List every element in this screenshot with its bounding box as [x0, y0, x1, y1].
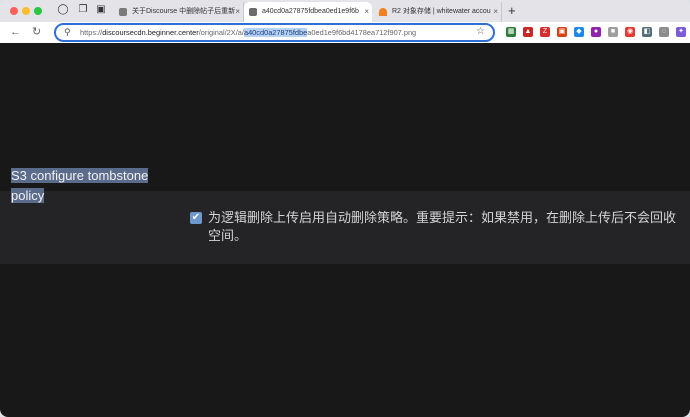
favorite-star-icon[interactable]: ☆ — [476, 26, 485, 37]
new-tab-button[interactable]: + — [508, 2, 516, 20]
extension-8-icon[interactable]: ◉ — [625, 27, 635, 37]
address-bar[interactable]: ⚲ https://discoursecdn.beginner.center/o… — [54, 23, 495, 42]
window-maximize-button[interactable] — [34, 7, 42, 15]
tab-title: a40cd0a27875fdbea0ed1e9f6b — [262, 8, 359, 15]
extension-7-icon[interactable]: ■ — [608, 27, 618, 37]
tab-favicon — [249, 8, 257, 16]
url-text: https://discoursecdn.beginner.center/ori… — [80, 28, 416, 38]
tab-title: R2 对象存储 | whitewater accou — [392, 8, 491, 15]
setting-description: 为逻辑删除上传启用自动删除策略。重要提示：如果禁用，在删除上传后不会回收空间。 — [208, 210, 677, 243]
tab-image-active[interactable]: a40cd0a27875fdbea0ed1e9f6b × — [244, 2, 372, 22]
tab-r2-storage[interactable]: R2 对象存储 | whitewater accou × — [374, 2, 502, 22]
site-info-icon[interactable]: ⚲ — [64, 27, 71, 38]
tab-actions-icon[interactable]: ▣ — [94, 3, 108, 17]
extension-11-icon[interactable]: ✦ — [676, 27, 686, 37]
collections-icon[interactable]: ❐ — [76, 3, 90, 17]
setting-label: S3 configure tombstone policy — [11, 166, 171, 206]
extension-3-icon[interactable]: Z — [540, 27, 550, 37]
extension-1-icon[interactable]: ▦ — [506, 27, 516, 37]
url-selection: a40cd0a27875fdbe — [243, 28, 308, 37]
tab-strip: ◯ ❐ ▣ 关于Discourse 中删除帖子后重新 × a40cd0a2787… — [0, 0, 690, 22]
tab-discourse-topic[interactable]: 关于Discourse 中删除帖子后重新 × — [114, 2, 244, 22]
url-path: /original/2X/a/ — [198, 28, 244, 37]
extension-6-icon[interactable]: ● — [591, 27, 601, 37]
url-rest: a0ed1e9f6bd4178ea712f907.png — [307, 28, 417, 37]
setting-label-text: S3 configure tombstone policy — [11, 168, 149, 203]
tab-close-icon[interactable]: × — [235, 2, 240, 22]
reload-icon[interactable]: ↻ — [32, 25, 41, 39]
extension-9-icon[interactable]: ◧ — [642, 27, 652, 37]
tab-favicon — [119, 8, 127, 16]
tab-title: 关于Discourse 中删除帖子后重新 — [132, 8, 236, 15]
extension-10-icon[interactable]: ◌ — [659, 27, 669, 37]
tab-favicon — [379, 8, 387, 16]
back-arrow-icon[interactable]: ← — [10, 25, 21, 39]
url-host: discoursecdn.beginner.center — [102, 28, 199, 37]
extension-5-icon[interactable]: ◆ — [574, 27, 584, 37]
profile-icon[interactable]: ◯ — [56, 3, 70, 17]
extension-4-icon[interactable]: ▣ — [557, 27, 567, 37]
browser-toolbar: ← ↻ ⚲ https://discoursecdn.beginner.cent… — [0, 22, 690, 43]
browser-window: ◯ ❐ ▣ 关于Discourse 中删除帖子后重新 × a40cd0a2787… — [0, 0, 690, 417]
extension-2-icon[interactable]: ▲ — [523, 27, 533, 37]
window-close-button[interactable] — [10, 7, 18, 15]
window-minimize-button[interactable] — [22, 7, 30, 15]
tombstone-policy-checkbox[interactable]: ✔ — [190, 212, 202, 224]
tab-close-icon[interactable]: × — [364, 2, 369, 22]
url-scheme: https:// — [80, 28, 103, 37]
tab-close-icon[interactable]: × — [493, 2, 498, 22]
